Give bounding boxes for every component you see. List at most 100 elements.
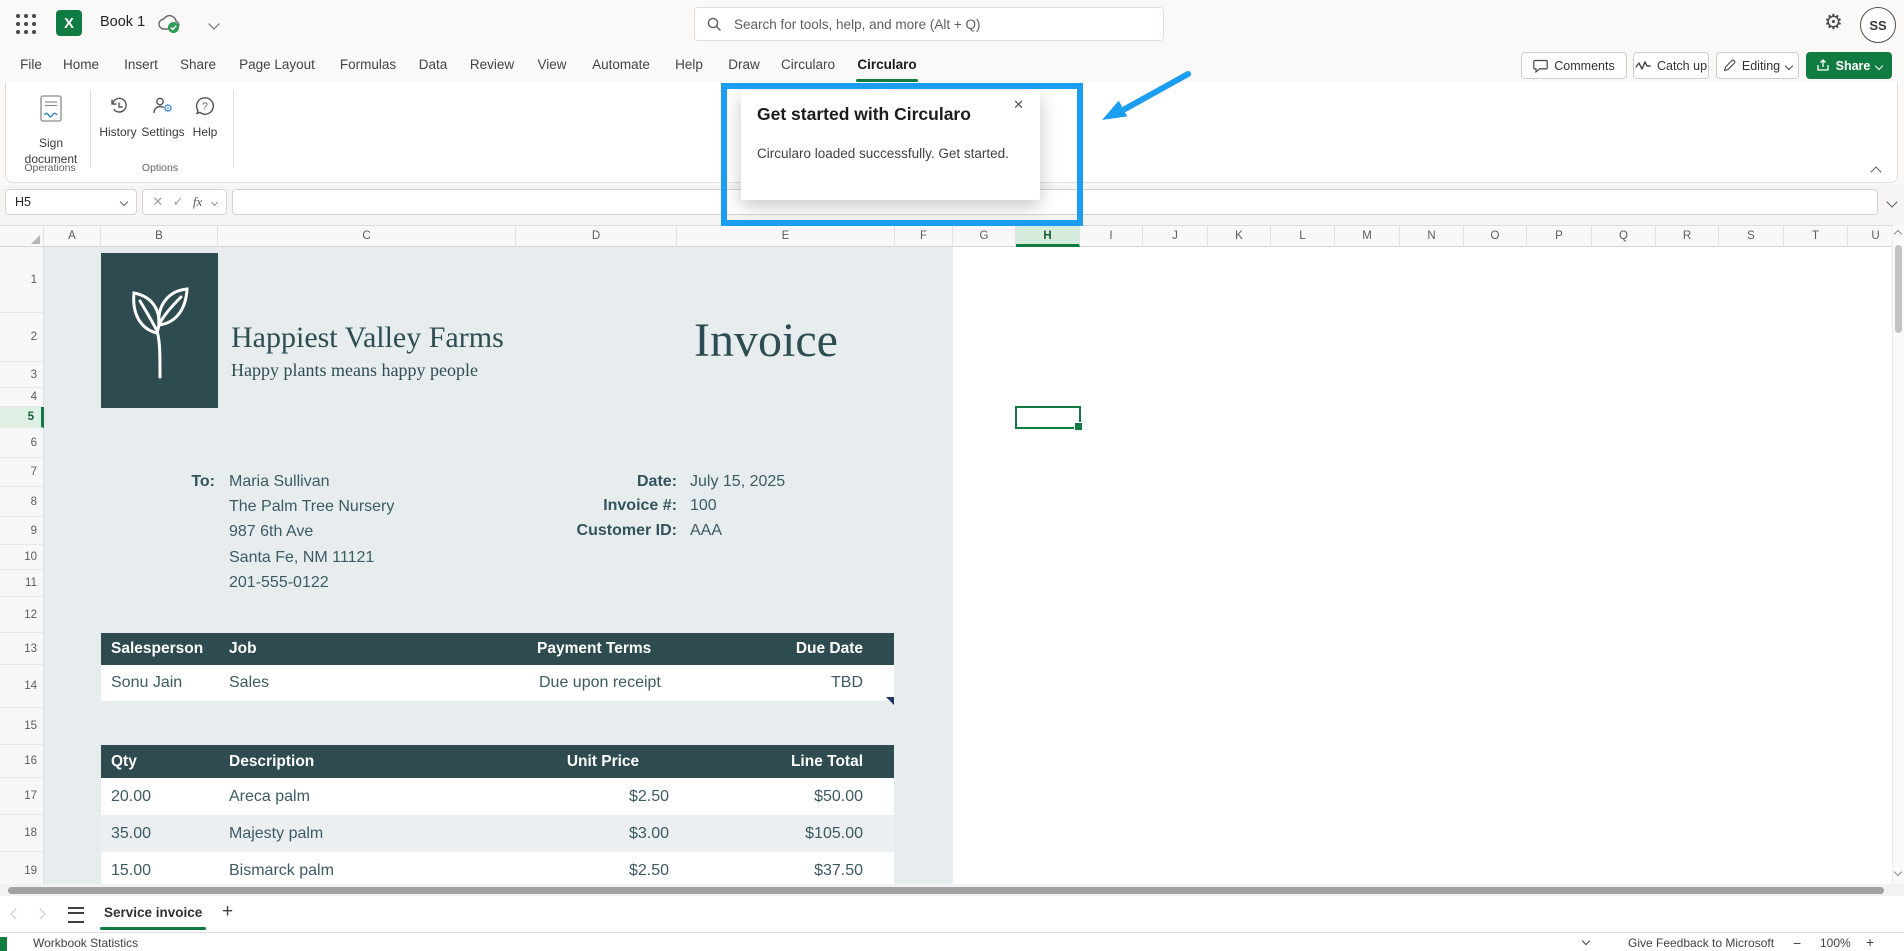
- sheet-grid[interactable]: 1 2 3 4 5 6 7 8 9 10 11 12 13 14 15 16 1…: [0, 247, 1904, 896]
- horizontal-scrollbar-thumb[interactable]: [8, 887, 1884, 894]
- search-input[interactable]: [732, 16, 1151, 33]
- saved-to-cloud-icon[interactable]: [156, 13, 182, 35]
- share-button[interactable]: Share: [1806, 52, 1892, 79]
- row-header-12[interactable]: 12: [0, 597, 44, 633]
- col-header-K[interactable]: K: [1208, 226, 1271, 247]
- help-button[interactable]: ? Help: [186, 94, 224, 150]
- col-header-Q[interactable]: Q: [1592, 226, 1656, 247]
- settings-gear-icon[interactable]: ⚙: [1824, 10, 1843, 35]
- workbook-statistics[interactable]: Workbook Statistics: [33, 936, 138, 950]
- col-header-F[interactable]: F: [895, 226, 953, 247]
- col-header-L[interactable]: L: [1271, 226, 1335, 247]
- col-header-N[interactable]: N: [1400, 226, 1464, 247]
- scroll-down-arrow-icon[interactable]: [1894, 868, 1902, 876]
- tab-insert[interactable]: Insert: [124, 48, 158, 82]
- scroll-up-arrow-icon[interactable]: [1894, 230, 1902, 238]
- sheet-tab-service-invoice[interactable]: Service invoice: [104, 905, 202, 920]
- app-launcher-icon[interactable]: [16, 14, 20, 18]
- col-header-T[interactable]: T: [1784, 226, 1848, 247]
- col-header-I[interactable]: I: [1080, 226, 1143, 247]
- name-box[interactable]: H5: [5, 189, 137, 215]
- tab-circularo[interactable]: Circularo: [781, 48, 835, 82]
- fx-chevron-icon[interactable]: [211, 198, 218, 205]
- add-sheet-icon[interactable]: +: [222, 901, 233, 923]
- row-header-16[interactable]: 16: [0, 745, 44, 778]
- col-header-P[interactable]: P: [1527, 226, 1592, 247]
- comments-button[interactable]: Comments: [1521, 52, 1627, 79]
- formula-input[interactable]: [232, 189, 1878, 215]
- row-header-6[interactable]: 6: [0, 428, 44, 458]
- tab-data[interactable]: Data: [419, 48, 448, 82]
- row-header-15[interactable]: 15: [0, 708, 44, 745]
- to-line: Maria Sullivan: [229, 473, 329, 491]
- row-header-1[interactable]: 1: [0, 248, 44, 313]
- row-header-8[interactable]: 8: [0, 487, 44, 517]
- row-header-2[interactable]: 2: [0, 313, 44, 362]
- row-header-13[interactable]: 13: [0, 633, 44, 665]
- vertical-scrollbar-thumb[interactable]: [1895, 245, 1902, 333]
- cancel-entry-icon[interactable]: ✕: [152, 194, 163, 210]
- tab-circularo-selected[interactable]: Circularo: [857, 48, 916, 82]
- row-header-10[interactable]: 10: [0, 545, 44, 570]
- tab-home[interactable]: Home: [63, 48, 99, 82]
- expand-formula-bar-chevron-icon[interactable]: [1886, 196, 1897, 207]
- row-header-11[interactable]: 11: [0, 570, 44, 597]
- editing-mode-button[interactable]: Editing: [1716, 52, 1799, 79]
- settings-button[interactable]: ⚙ Settings: [143, 94, 183, 150]
- col-header-B[interactable]: B: [101, 226, 218, 247]
- prev-sheet-chevron-icon[interactable]: [10, 908, 21, 919]
- selected-cell-H5[interactable]: [1015, 406, 1081, 429]
- next-sheet-chevron-icon[interactable]: [34, 908, 45, 919]
- row-header-17[interactable]: 17: [0, 778, 44, 815]
- all-sheets-menu-icon[interactable]: [68, 907, 84, 923]
- col-header-H-selected[interactable]: H: [1016, 226, 1080, 247]
- zoom-in-button[interactable]: +: [1866, 934, 1874, 950]
- excel-logo-icon[interactable]: X: [56, 10, 82, 36]
- row-header-18[interactable]: 18: [0, 815, 44, 852]
- search-box[interactable]: [694, 7, 1164, 41]
- col-header-J[interactable]: J: [1143, 226, 1208, 247]
- insert-function-icon[interactable]: fx: [193, 194, 202, 210]
- tab-view[interactable]: View: [537, 48, 566, 82]
- title-menu-chevron-icon[interactable]: [208, 18, 219, 29]
- tab-automate[interactable]: Automate: [592, 48, 650, 82]
- history-button[interactable]: History: [98, 94, 138, 150]
- name-box-chevron-icon[interactable]: [120, 198, 128, 206]
- feedback-link[interactable]: Give Feedback to Microsoft: [1628, 936, 1774, 950]
- fill-handle[interactable]: [1074, 422, 1083, 431]
- catch-up-button[interactable]: Catch up: [1633, 52, 1709, 79]
- col-header-A[interactable]: A: [44, 226, 101, 247]
- row-header-7[interactable]: 7: [0, 458, 44, 487]
- col-header-R[interactable]: R: [1656, 226, 1719, 247]
- row-header-3[interactable]: 3: [0, 362, 44, 388]
- row-header-5-selected[interactable]: 5: [0, 407, 44, 428]
- horizontal-scrollbar[interactable]: [0, 884, 1904, 896]
- tab-page-layout[interactable]: Page Layout: [239, 48, 315, 82]
- tab-share[interactable]: Share: [180, 48, 216, 82]
- collapse-ribbon-chevron-icon[interactable]: [1870, 166, 1881, 177]
- tab-review[interactable]: Review: [470, 48, 514, 82]
- row-header-4[interactable]: 4: [0, 388, 44, 407]
- avatar[interactable]: SS: [1860, 7, 1896, 43]
- col-header-O[interactable]: O: [1464, 226, 1527, 247]
- col-header-C[interactable]: C: [218, 226, 516, 247]
- confirm-entry-icon[interactable]: ✓: [173, 194, 184, 210]
- statusbar-chevron-icon[interactable]: [1582, 937, 1590, 945]
- tab-help[interactable]: Help: [675, 48, 703, 82]
- row-header-14[interactable]: 14: [0, 665, 44, 708]
- row-header-9[interactable]: 9: [0, 517, 44, 545]
- col-header-S[interactable]: S: [1719, 226, 1784, 247]
- col-header-E[interactable]: E: [677, 226, 895, 247]
- zoom-out-button[interactable]: −: [1793, 935, 1801, 951]
- col-header-G[interactable]: G: [953, 226, 1016, 247]
- workbook-title[interactable]: Book 1: [100, 14, 145, 30]
- tab-file[interactable]: File: [20, 48, 42, 82]
- tab-formulas[interactable]: Formulas: [340, 48, 396, 82]
- zoom-level[interactable]: 100%: [1820, 936, 1851, 950]
- col-header-D[interactable]: D: [516, 226, 677, 247]
- vertical-scrollbar[interactable]: [1892, 225, 1904, 884]
- tab-draw[interactable]: Draw: [728, 48, 760, 82]
- select-all-button[interactable]: [0, 226, 44, 247]
- col-header-M[interactable]: M: [1335, 226, 1400, 247]
- callout-close-icon[interactable]: ✕: [1013, 97, 1024, 113]
